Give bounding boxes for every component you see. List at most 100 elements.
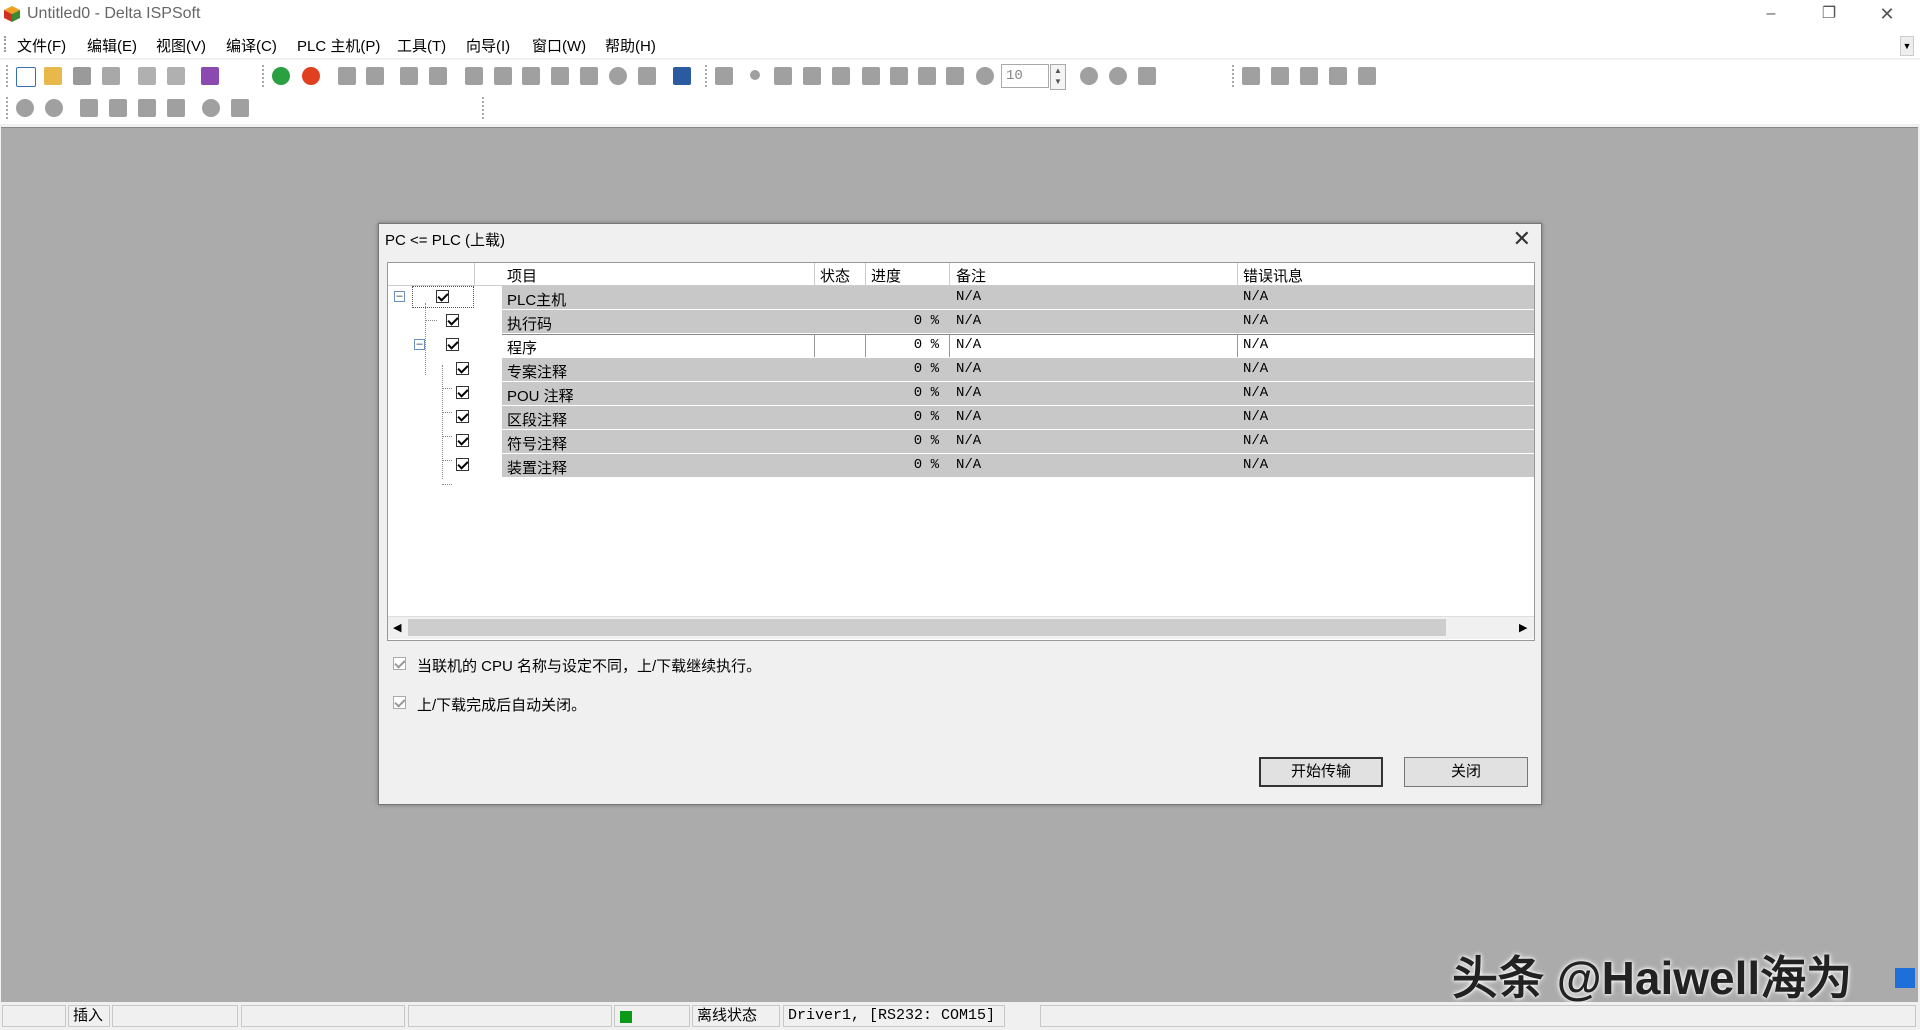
pin-icon[interactable] xyxy=(862,67,880,85)
row-checkbox[interactable] xyxy=(446,338,459,351)
open-folder-icon[interactable] xyxy=(44,67,62,85)
minus-circle-icon[interactable] xyxy=(1080,67,1098,85)
half-circle-icon[interactable] xyxy=(976,67,994,85)
row-checkbox[interactable] xyxy=(456,410,469,423)
col-note-header[interactable]: 备注 xyxy=(956,265,986,286)
option-checkbox[interactable] xyxy=(393,657,406,670)
project-book-icon[interactable] xyxy=(201,67,219,85)
collapse-icon[interactable]: – xyxy=(394,291,405,302)
redo-circle-icon[interactable] xyxy=(45,99,63,117)
step-spinbox[interactable]: 10 xyxy=(1001,64,1049,88)
monitor-on-icon[interactable] xyxy=(400,67,418,85)
table-row-selected[interactable]: – 程序 0 % N/A N/A xyxy=(388,334,1534,359)
table-row[interactable]: 执行码 0 % N/A N/A xyxy=(388,310,1534,334)
menu-window[interactable]: 窗口(W) xyxy=(532,35,586,56)
collapse-icon[interactable]: – xyxy=(414,339,425,350)
download-icon[interactable] xyxy=(338,67,356,85)
monitor-off-icon[interactable] xyxy=(429,67,447,85)
device-table-icon[interactable] xyxy=(522,67,540,85)
paste-icon[interactable] xyxy=(138,99,156,117)
table-row[interactable]: 符号注释 0 % N/A N/A xyxy=(388,430,1534,454)
row-checkbox[interactable] xyxy=(456,434,469,447)
refresh-icon[interactable] xyxy=(1109,67,1127,85)
menu-wizard[interactable]: 向导(I) xyxy=(466,35,510,56)
save-icon[interactable] xyxy=(73,67,91,85)
start-transfer-button[interactable]: 开始传输 xyxy=(1259,757,1383,787)
settings-icon[interactable] xyxy=(638,67,656,85)
loop-icon[interactable] xyxy=(890,67,908,85)
row-checkbox[interactable] xyxy=(456,386,469,399)
scroll-right-icon[interactable]: ▶ xyxy=(1519,621,1527,634)
comm-icon[interactable] xyxy=(551,67,569,85)
toolbar-overflow-icon[interactable]: ▼ xyxy=(1900,36,1914,56)
window-columns-icon[interactable] xyxy=(1329,67,1347,85)
spin-arrows-icon[interactable]: ▲ ▼ xyxy=(1050,64,1066,90)
toolbar-grip-icon[interactable] xyxy=(6,65,10,87)
compile-all-icon[interactable] xyxy=(494,67,512,85)
menu-help[interactable]: 帮助(H) xyxy=(605,35,656,56)
compile-icon[interactable] xyxy=(465,67,483,85)
branch-icon[interactable] xyxy=(832,67,850,85)
option-checkbox[interactable] xyxy=(393,696,406,709)
menu-plc[interactable]: PLC 主机(P) xyxy=(297,35,380,56)
window-grid-icon[interactable] xyxy=(1300,67,1318,85)
menu-view[interactable]: 视图(V) xyxy=(156,35,206,56)
rung-up-icon[interactable] xyxy=(774,67,792,85)
layout-left-icon[interactable] xyxy=(138,67,156,85)
dialog-close-icon[interactable]: ✕ xyxy=(1513,226,1531,252)
row-checkbox[interactable] xyxy=(446,314,459,327)
close-window-button[interactable]: ✕ xyxy=(1858,0,1916,30)
table-row[interactable]: 装置注释 0 % N/A N/A xyxy=(388,454,1534,478)
col-item-header[interactable]: 项目 xyxy=(507,265,537,286)
restore-button[interactable]: ❐ xyxy=(1800,0,1858,30)
progress-value: 0 % xyxy=(913,337,939,353)
stop-icon[interactable] xyxy=(302,67,320,85)
horizontal-scrollbar[interactable]: ◀ ▶ xyxy=(388,616,1534,639)
row-checkbox[interactable] xyxy=(456,458,469,471)
menubar-grip-icon[interactable] xyxy=(4,36,9,52)
rung-down-icon[interactable] xyxy=(803,67,821,85)
table-row[interactable]: 区段注释 0 % N/A N/A xyxy=(388,406,1534,430)
replace-icon[interactable] xyxy=(231,99,249,117)
filter-icon[interactable] xyxy=(918,67,936,85)
row-checkbox[interactable] xyxy=(456,362,469,375)
menu-file[interactable]: 文件(F) xyxy=(17,35,66,56)
menu-edit[interactable]: 编辑(E) xyxy=(87,35,137,56)
cut-icon[interactable] xyxy=(80,99,98,117)
upload-icon[interactable] xyxy=(366,67,384,85)
window-cascade-icon[interactable] xyxy=(1242,67,1260,85)
table-row[interactable]: POU 注释 0 % N/A N/A xyxy=(388,382,1534,406)
col-status-header[interactable]: 状态 xyxy=(820,265,850,286)
note-value: N/A xyxy=(956,313,982,329)
window-tile-icon[interactable] xyxy=(1271,67,1289,85)
menu-compile[interactable]: 编译(C) xyxy=(226,35,277,56)
transfer-icon[interactable] xyxy=(580,67,598,85)
run-icon[interactable] xyxy=(272,67,290,85)
find-icon[interactable] xyxy=(202,99,220,117)
redo-icon[interactable] xyxy=(1138,67,1156,85)
copy-icon[interactable] xyxy=(109,99,127,117)
table-row[interactable]: – PLC主机 N/A N/A xyxy=(388,286,1534,310)
globe-icon[interactable] xyxy=(946,67,964,85)
scrollbar-thumb[interactable] xyxy=(408,619,1446,636)
print-icon[interactable] xyxy=(102,67,120,85)
ladder-icon[interactable] xyxy=(715,67,733,85)
note-value: N/A xyxy=(956,409,982,425)
erase-icon[interactable] xyxy=(167,99,185,117)
col-progress-header[interactable]: 进度 xyxy=(871,265,901,286)
close-button[interactable]: 关闭 xyxy=(1404,757,1528,787)
bulb-icon[interactable] xyxy=(609,67,627,85)
layout-right-icon[interactable] xyxy=(167,67,185,85)
contact-icon[interactable] xyxy=(750,70,760,80)
network-icon[interactable] xyxy=(673,67,691,85)
window-table-icon[interactable] xyxy=(1358,67,1376,85)
table-row[interactable]: 专案注释 0 % N/A N/A xyxy=(388,358,1534,382)
menu-tools[interactable]: 工具(T) xyxy=(397,35,446,56)
row-checkbox[interactable] xyxy=(436,290,449,303)
scroll-left-icon[interactable]: ◀ xyxy=(393,621,401,634)
col-error-header[interactable]: 错误讯息 xyxy=(1243,265,1303,286)
new-file-icon[interactable] xyxy=(16,67,36,87)
menu-bar: 文件(F) 编辑(E) 视图(V) 编译(C) PLC 主机(P) 工具(T) … xyxy=(0,30,1920,58)
minimize-button[interactable]: – xyxy=(1742,0,1800,30)
undo-icon[interactable] xyxy=(16,99,34,117)
